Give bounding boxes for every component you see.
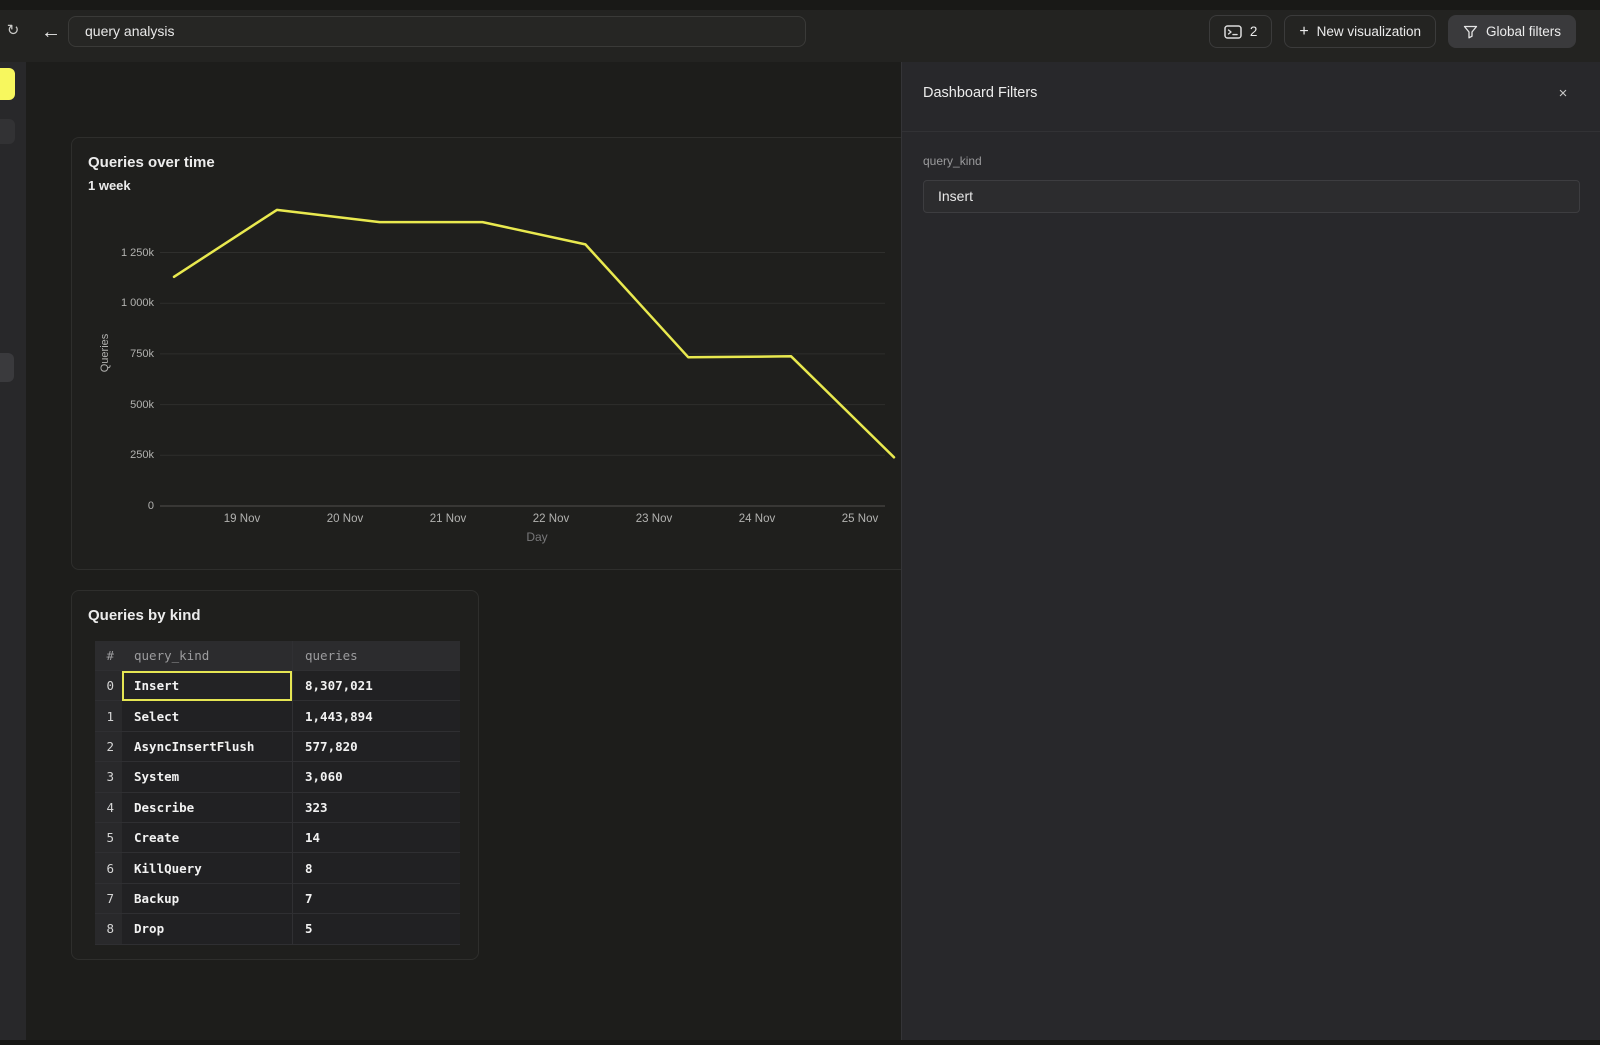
column-header: # (95, 641, 122, 671)
queries-value-cell[interactable]: 14 (292, 823, 460, 853)
column-header: queries (292, 641, 460, 671)
query-kind-cell[interactable]: Select (122, 701, 292, 731)
query-kind-cell[interactable]: Backup (122, 884, 292, 914)
main-content: Queries over time 1 week Queries Day 1 2… (26, 62, 901, 1040)
query-kind-cell[interactable]: AsyncInsertFlush (122, 732, 292, 762)
row-index-cell: 8 (95, 914, 122, 944)
query-kind-filter-input[interactable]: Insert (923, 180, 1580, 213)
window-bottom-strip (0, 1040, 1600, 1045)
x-tick-label: 23 Nov (624, 513, 684, 525)
back-button[interactable]: ← (38, 19, 64, 45)
x-tick-label: 24 Nov (727, 513, 787, 525)
panel-divider (902, 131, 1600, 132)
new-visualization-label: New visualization (1317, 24, 1421, 39)
x-tick-label: 22 Nov (521, 513, 581, 525)
x-axis-title: Day (507, 530, 567, 544)
dashboard-title-input[interactable]: query analysis (68, 16, 806, 47)
sidebar-item-active[interactable] (0, 68, 15, 100)
y-tick-label: 0 (94, 500, 154, 512)
global-filters-label: Global filters (1486, 24, 1561, 39)
queries-value-cell[interactable]: 8,307,021 (292, 671, 460, 701)
queries-value-cell[interactable]: 323 (292, 793, 460, 823)
table-row: 7Backup7 (95, 884, 460, 914)
queries-value-cell[interactable]: 8 (292, 853, 460, 883)
queries-table: #query_kindqueries0Insert8,307,0211Selec… (95, 641, 460, 945)
window-top-strip (0, 0, 1600, 10)
left-sidebar (0, 62, 26, 1040)
row-index-cell: 1 (95, 701, 122, 731)
topbar: ↻ ← query analysis 2 + New visualization (0, 10, 1600, 62)
new-visualization-button[interactable]: + New visualization (1284, 15, 1436, 48)
queries-value-cell[interactable]: 7 (292, 884, 460, 914)
chart-title: Queries over time (88, 154, 215, 171)
row-index-cell: 2 (95, 732, 122, 762)
x-tick-label: 19 Nov (212, 513, 272, 525)
plus-icon: + (1299, 23, 1308, 41)
y-tick-label: 1 250k (94, 247, 154, 259)
row-index-cell: 0 (95, 671, 122, 701)
row-index-cell: 7 (95, 884, 122, 914)
row-index-cell: 3 (95, 762, 122, 792)
series-line (174, 210, 894, 457)
y-tick-label: 1 000k (94, 297, 154, 309)
y-tick-label: 500k (94, 399, 154, 411)
queries-value-cell[interactable]: 1,443,894 (292, 701, 460, 731)
x-tick-label: 21 Nov (418, 513, 478, 525)
queries-value-cell[interactable]: 5 (292, 914, 460, 944)
column-header: query_kind (122, 641, 292, 671)
queries-value-cell[interactable]: 577,820 (292, 732, 460, 762)
x-tick-label: 25 Nov (830, 513, 890, 525)
x-tick-label: 20 Nov (315, 513, 375, 525)
row-index-cell: 4 (95, 793, 122, 823)
filter-field-label: query_kind (923, 154, 982, 168)
table-row: 8Drop5 (95, 914, 460, 944)
queries-value-cell[interactable]: 3,060 (292, 762, 460, 792)
app-window: ↻ ← query analysis 2 + New visualization (0, 0, 1600, 1045)
table-title: Queries by kind (88, 607, 201, 624)
queries-by-kind-card: Queries by kind #query_kindqueries0Inser… (71, 590, 479, 960)
table-row: 3System3,060 (95, 762, 460, 792)
y-tick-label: 250k (94, 449, 154, 461)
topbar-actions: 2 + New visualization Global filters (1209, 15, 1576, 48)
console-icon (1224, 25, 1242, 39)
console-count: 2 (1250, 24, 1258, 39)
queries-over-time-card: Queries over time 1 week Queries Day 1 2… (71, 137, 909, 570)
sidebar-item[interactable] (0, 353, 14, 382)
query-kind-cell[interactable]: Describe (122, 793, 292, 823)
query-kind-cell[interactable]: Create (122, 823, 292, 853)
query-kind-cell[interactable]: System (122, 762, 292, 792)
line-chart (72, 138, 908, 569)
refresh-icon[interactable]: ↻ (3, 20, 23, 40)
table-row: 6KillQuery8 (95, 853, 460, 883)
table-row: 2AsyncInsertFlush577,820 (95, 732, 460, 762)
sidebar-item[interactable] (0, 119, 15, 144)
filter-funnel-icon (1463, 25, 1478, 39)
table-row: 5Create14 (95, 823, 460, 853)
row-index-cell: 5 (95, 823, 122, 853)
console-count-button[interactable]: 2 (1209, 15, 1273, 48)
query-kind-cell[interactable]: KillQuery (122, 853, 292, 883)
chart-subtitle: 1 week (88, 178, 131, 193)
filters-panel-title: Dashboard Filters (923, 85, 1037, 101)
table-row: 4Describe323 (95, 793, 460, 823)
row-index-cell: 6 (95, 853, 122, 883)
table-row: 0Insert8,307,021 (95, 671, 460, 701)
close-icon[interactable]: × (1553, 83, 1573, 103)
query-kind-cell[interactable]: Drop (122, 914, 292, 944)
dashboard-filters-panel: Dashboard Filters × query_kind Insert (901, 62, 1600, 1040)
global-filters-button[interactable]: Global filters (1448, 15, 1576, 48)
query-kind-cell[interactable]: Insert (122, 671, 292, 701)
table-header-row: #query_kindqueries (95, 641, 460, 671)
y-tick-label: 750k (94, 348, 154, 360)
table-row: 1Select1,443,894 (95, 701, 460, 731)
